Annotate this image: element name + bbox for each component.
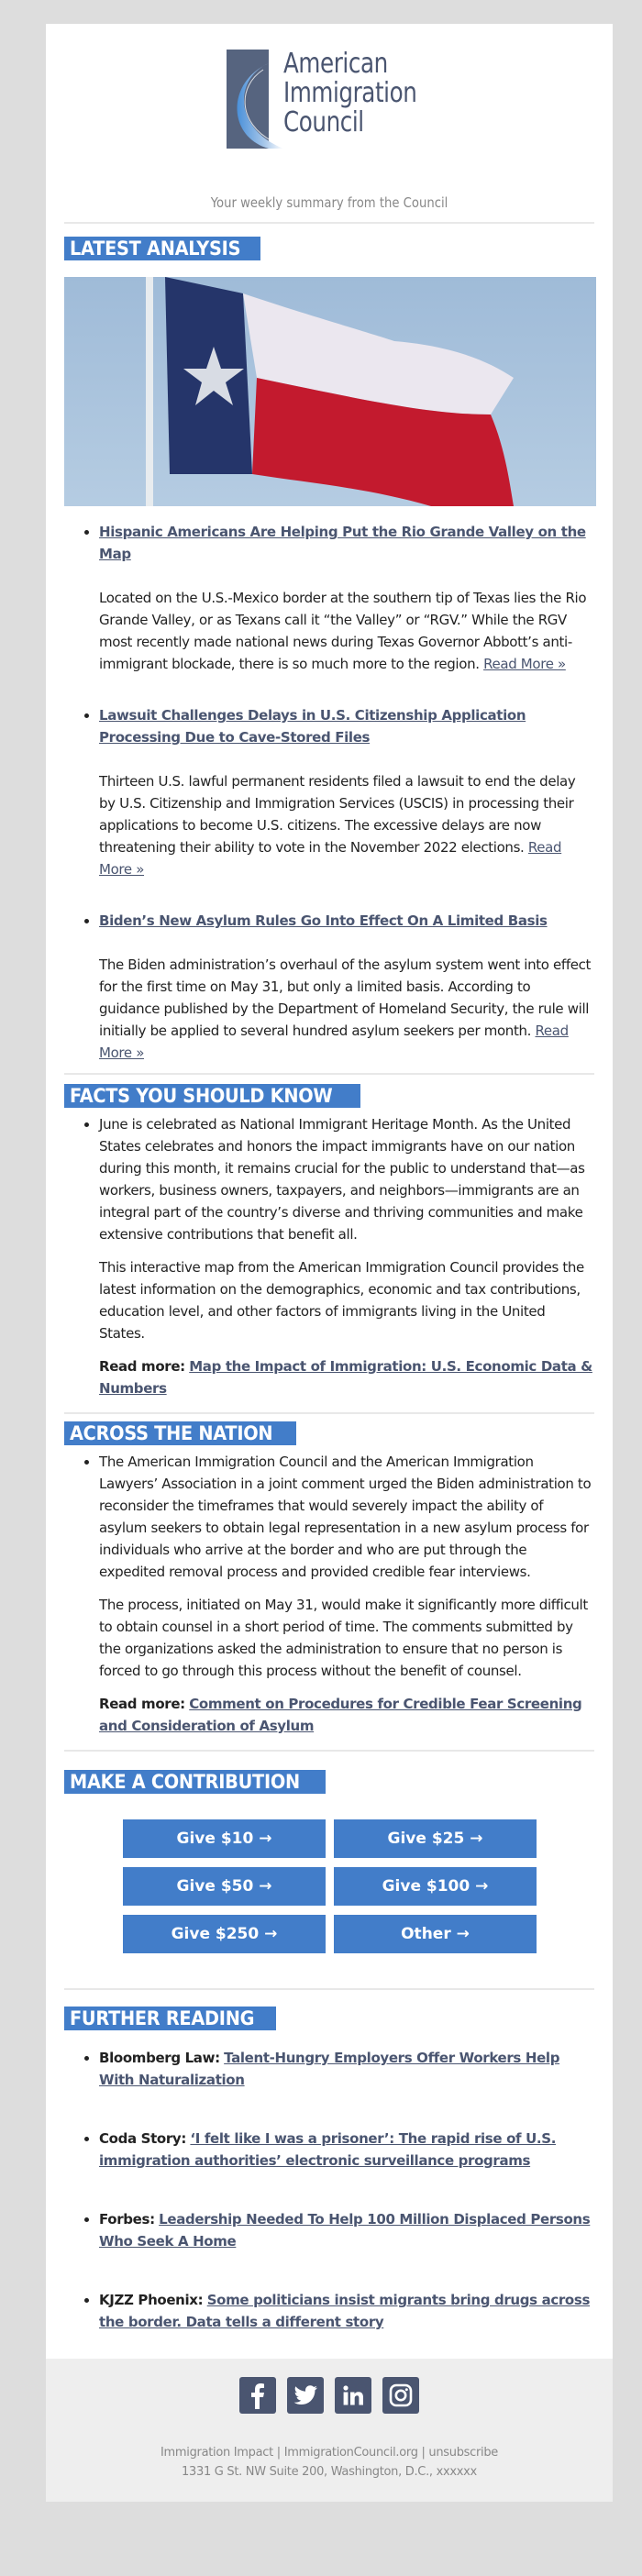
list-item: Bloomberg Law: Talent-Hungry Employers O… (99, 2047, 594, 2091)
article-summary: The Biden administration’s overhaul of t… (99, 956, 592, 1061)
article-list: Hispanic Americans Are Helping Put the R… (64, 521, 594, 1064)
read-more-label: Read more: (99, 1358, 185, 1375)
nation-paragraph: The process, initiated on May 31, would … (99, 1597, 588, 1679)
immigration-council-link[interactable]: ImmigrationCouncil.org (284, 2446, 418, 2460)
fact-paragraph: June is celebrated as National Immigrant… (99, 1116, 585, 1243)
facts-list: June is celebrated as National Immigrant… (64, 1113, 594, 1399)
section-heading: MAKE A CONTRIBUTION (64, 1770, 326, 1794)
facebook-icon[interactable] (239, 2377, 276, 2414)
logo-line: Council (283, 106, 364, 138)
twitter-icon[interactable] (287, 2377, 324, 2414)
logo-line: Immigration (283, 77, 417, 109)
divider (64, 222, 594, 224)
read-more-line: Read more: Map the Impact of Immigration… (99, 1355, 594, 1399)
logo-mark-icon (227, 50, 283, 149)
section-heading: FURTHER READING (64, 2007, 276, 2030)
divider (64, 1988, 594, 1990)
divider (64, 1750, 594, 1752)
list-item: Lawsuit Challenges Delays in U.S. Citize… (99, 704, 594, 880)
immigration-impact-link[interactable]: Immigration Impact (160, 2446, 273, 2460)
further-reading-link[interactable]: Leadership Needed To Help 100 Million Di… (99, 2211, 591, 2250)
separator: | (417, 2446, 429, 2460)
hero-image-texas-flag[interactable] (64, 277, 596, 506)
footer-address: 1331 G St. NW Suite 200, Washington, D.C… (182, 2465, 477, 2479)
give-10-button[interactable]: Give $10 → (123, 1819, 326, 1858)
give-100-button[interactable]: Give $100 → (334, 1867, 537, 1906)
list-item: The American Immigration Council and the… (99, 1451, 594, 1737)
footer: Immigration Impact | ImmigrationCouncil.… (46, 2359, 613, 2502)
list-item: June is celebrated as National Immigrant… (99, 1113, 594, 1399)
latest-analysis-section: LATEST ANALYSIS Hispanic Americans Are (64, 237, 596, 1064)
logo-line: American (283, 48, 388, 80)
give-250-button[interactable]: Give $250 → (123, 1915, 326, 1953)
linkedin-icon[interactable] (335, 2377, 371, 2414)
read-more-label: Read more: (99, 1696, 185, 1712)
email-container: American Immigration Council Your weekly… (46, 24, 613, 2502)
source-label: Bloomberg Law: (99, 2050, 220, 2066)
article-title-link[interactable]: Lawsuit Challenges Delays in U.S. Citize… (99, 707, 526, 746)
section-heading: ACROSS THE NATION (64, 1421, 296, 1445)
article-title-link[interactable]: Hispanic Americans Are Helping Put the R… (99, 524, 586, 562)
article-title-link[interactable]: Biden’s New Asylum Rules Go Into Effect … (99, 912, 548, 929)
list-item: Hispanic Americans Are Helping Put the R… (99, 521, 594, 675)
list-item: Coda Story: ‘I felt like I was a prisone… (99, 2128, 594, 2172)
section-heading: FACTS YOU SHOULD KNOW (64, 1084, 361, 1108)
give-other-button[interactable]: Other → (334, 1915, 537, 1953)
contribution-section: MAKE A CONTRIBUTION Give $10 → Give $25 … (64, 1770, 594, 1953)
tagline: Your weekly summary from the Council (210, 194, 448, 211)
source-label: Forbes: (99, 2211, 155, 2228)
read-more-line: Read more: Comment on Procedures for Cre… (99, 1693, 594, 1737)
list-item: Forbes: Leadership Needed To Help 100 Mi… (99, 2208, 594, 2252)
source-label: Coda Story: (99, 2130, 186, 2147)
divider (64, 1412, 594, 1414)
facts-section: FACTS YOU SHOULD KNOW June is celebrated… (64, 1084, 594, 1399)
read-more-link[interactable]: Read More » (483, 656, 566, 672)
article-summary: Thirteen U.S. lawful permanent residents… (99, 773, 576, 878)
unsubscribe-link[interactable]: unsubscribe (428, 2446, 498, 2460)
footer-text: Immigration Impact | ImmigrationCouncil.… (46, 2443, 613, 2482)
logo-text: American Immigration Council (283, 48, 417, 138)
logo[interactable]: American Immigration Council (227, 50, 437, 150)
further-reading-list: Bloomberg Law: Talent-Hungry Employers O… (64, 2047, 594, 2359)
footer-links-line: Immigration Impact | ImmigrationCouncil.… (46, 2443, 613, 2462)
social-links (46, 2377, 613, 2414)
fact-paragraph: This interactive map from the American I… (99, 1259, 584, 1342)
list-item: Biden’s New Asylum Rules Go Into Effect … (99, 910, 594, 1064)
nation-section: ACROSS THE NATION The American Immigrati… (64, 1421, 594, 1737)
nation-list: The American Immigration Council and the… (64, 1451, 594, 1737)
header: American Immigration Council (46, 24, 613, 160)
donation-buttons: Give $10 → Give $25 → Give $50 → Give $1… (123, 1819, 537, 1953)
give-50-button[interactable]: Give $50 → (123, 1867, 326, 1906)
source-label: KJZZ Phoenix: (99, 2292, 204, 2308)
give-25-button[interactable]: Give $25 → (334, 1819, 537, 1858)
list-item: KJZZ Phoenix: Some politicians insist mi… (99, 2289, 594, 2333)
article-summary: Located on the U.S.-Mexico border at the… (99, 590, 587, 672)
section-heading: LATEST ANALYSIS (64, 237, 261, 260)
further-reading-section: FURTHER READING Bloomberg Law: Talent-Hu… (64, 2007, 594, 2359)
nation-paragraph: The American Immigration Council and the… (99, 1454, 592, 1580)
divider (64, 1073, 594, 1075)
separator: | (272, 2446, 284, 2460)
instagram-icon[interactable] (382, 2377, 419, 2414)
